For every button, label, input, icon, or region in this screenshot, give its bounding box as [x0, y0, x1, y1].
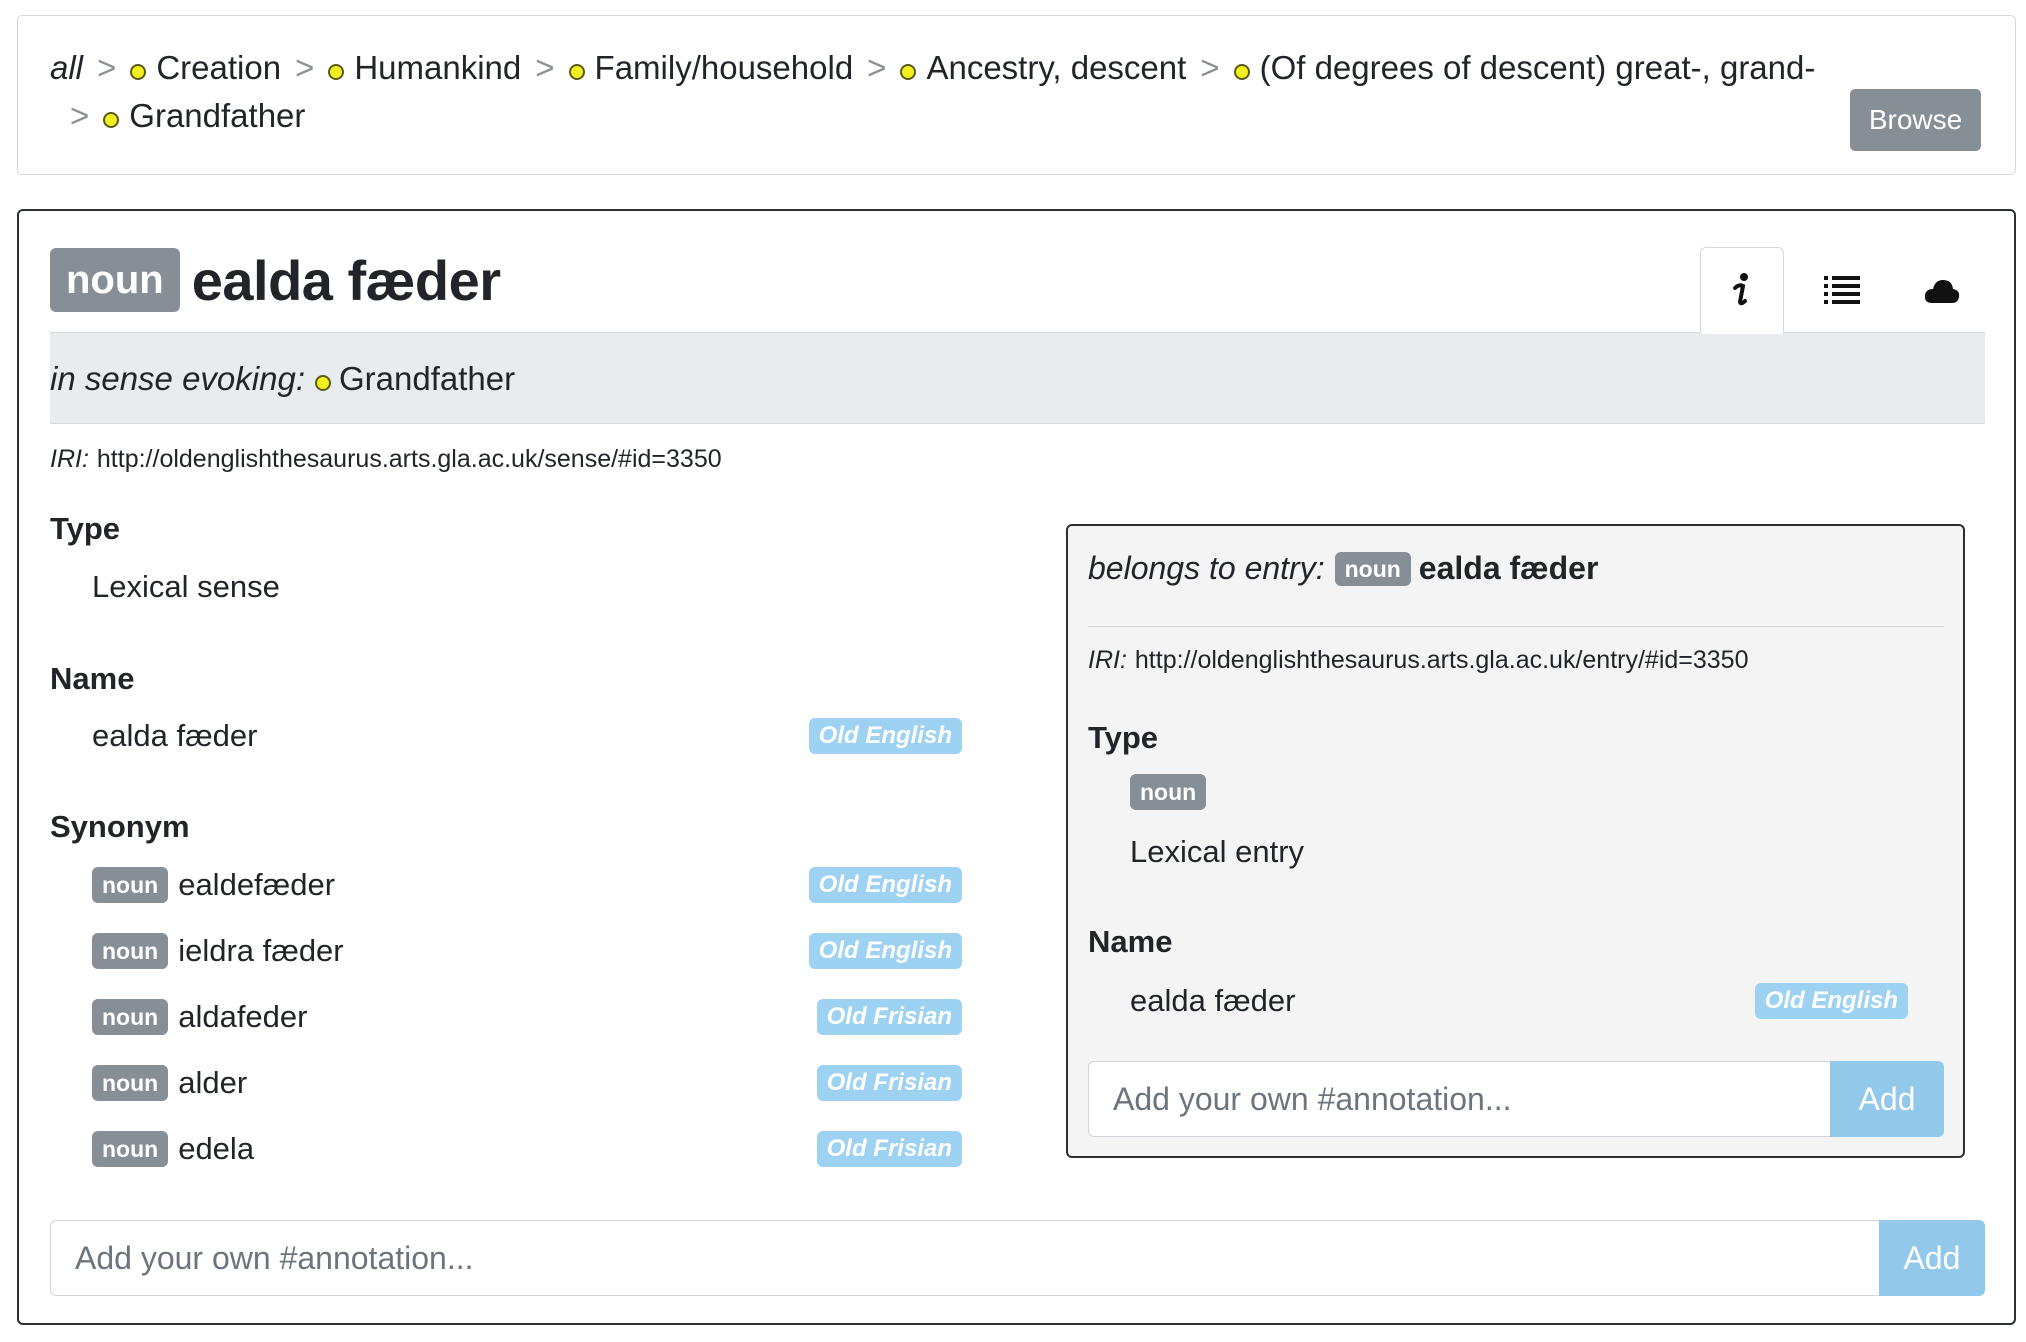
page-title: noun ealda fæder: [50, 248, 501, 312]
sense-dot-icon: [328, 64, 345, 80]
view-tabs: [1684, 247, 1984, 334]
breadcrumb-item-label: Family/household: [594, 49, 854, 86]
pos-badge: noun: [1334, 551, 1411, 586]
sense-dot-icon: [103, 112, 120, 128]
breadcrumb: all > Creation > Humankind > Family/household >…: [50, 44, 1890, 140]
language-badge: Old Frisian: [816, 999, 962, 1035]
breadcrumb-item-label: Humankind: [354, 49, 522, 86]
synonym-word[interactable]: ealdefæder: [178, 867, 335, 903]
entry-annotation-input[interactable]: Add your own #annotation...: [1088, 1061, 1830, 1137]
entry-name-value: ealda fæder: [1130, 983, 1296, 1018]
tab-list[interactable]: [1800, 247, 1884, 333]
tab-cloud[interactable]: [1900, 247, 1984, 333]
breadcrumb-separator: >: [70, 97, 90, 134]
name-label: Name: [50, 661, 135, 696]
entry-type-pos: noun: [1130, 774, 1207, 810]
breadcrumb-item-family-household[interactable]: Family/household: [568, 49, 854, 86]
synonym-item[interactable]: noun aldafeder Old Frisian: [92, 994, 962, 1040]
pos-badge: noun: [1130, 774, 1207, 810]
name-value: ealda fæder: [92, 718, 258, 753]
breadcrumb-card: all > Creation > Humankind > Family/household >…: [17, 15, 2016, 175]
sense-title: ealda fæder: [191, 248, 501, 312]
pos-badge: noun: [92, 1065, 169, 1101]
iri-value[interactable]: http://oldenglishthesaurus.arts.gla.ac.u…: [1135, 646, 1749, 674]
synonym-label: Synonym: [50, 809, 190, 844]
entry-word[interactable]: ealda fæder: [1419, 550, 1599, 587]
sense-dot-icon: [900, 64, 917, 80]
entry-type-label: Type: [1088, 720, 1159, 755]
breadcrumb-separator: >: [1200, 49, 1220, 86]
entry-add-annotation-button[interactable]: Add: [1830, 1061, 1944, 1137]
entry-header: belongs to entry: noun ealda fæder: [1088, 550, 1598, 587]
list-icon: [1824, 275, 1860, 304]
add-annotation-button[interactable]: Add: [1879, 1220, 1985, 1296]
sense-dot-icon: [130, 64, 147, 80]
language-badge: Old English: [808, 867, 962, 903]
breadcrumb-item-label: (Of degrees of descent) great-, grand-: [1259, 49, 1816, 86]
cloud-icon: [1924, 279, 1960, 303]
pos-badge: noun: [92, 867, 169, 903]
synonym-word[interactable]: edela: [178, 1131, 254, 1167]
sense-card: noun ealda fæder in sense evoking: Grandf…: [17, 209, 2016, 1325]
breadcrumb-item-creation[interactable]: Creation: [130, 49, 281, 86]
breadcrumb-item-humankind[interactable]: Humankind: [328, 49, 521, 86]
divider: [1088, 626, 1944, 627]
breadcrumb-separator: >: [295, 49, 315, 86]
pos-badge: noun: [92, 1131, 169, 1167]
entry-iri: IRI: http://oldenglishthesaurus.arts.gla.…: [1088, 640, 1749, 680]
synonym-item[interactable]: noun edela Old Frisian: [92, 1126, 962, 1172]
info-icon: [1733, 273, 1748, 306]
tab-info[interactable]: [1700, 247, 1784, 334]
breadcrumb-root[interactable]: all: [50, 49, 83, 86]
breadcrumb-separator: >: [867, 49, 887, 86]
synonym-word[interactable]: ieldra fæder: [178, 933, 343, 969]
language-badge: Old Frisian: [816, 1131, 962, 1167]
breadcrumb-item-label: Creation: [156, 49, 282, 86]
language-badge: Old Frisian: [816, 1065, 962, 1101]
evokes-label: in sense evoking:: [50, 360, 305, 397]
iri-value[interactable]: http://oldenglishthesaurus.arts.gla.ac.u…: [97, 445, 722, 473]
language-badge: Old English: [808, 718, 962, 754]
synonym-item[interactable]: noun alder Old Frisian: [92, 1060, 962, 1106]
language-badge: Old English: [1754, 983, 1908, 1019]
breadcrumb-item-degrees-of-descent[interactable]: (Of degrees of descent) great-, grand-: [1233, 49, 1816, 86]
sense-dot-icon: [568, 64, 585, 80]
sense-dot-icon: [315, 375, 331, 391]
pos-badge: noun: [50, 248, 180, 312]
synonym-item[interactable]: noun ieldra fæder Old English: [92, 928, 962, 974]
entry-label: belongs to entry:: [1088, 550, 1325, 586]
type-value: Lexical sense: [92, 569, 280, 604]
language-badge: Old English: [808, 933, 962, 969]
breadcrumb-item-grandfather[interactable]: Grandfather: [103, 97, 305, 134]
sense-iri: IRI: http://oldenglishthesaurus.arts.gla.…: [50, 439, 722, 479]
browse-button[interactable]: Browse: [1850, 89, 1981, 151]
entry-type-value: Lexical entry: [1130, 834, 1305, 869]
evokes-link[interactable]: Grandfather: [339, 360, 515, 397]
annotation-input[interactable]: Add your own #annotation...: [50, 1220, 1879, 1296]
synonym-word[interactable]: aldafeder: [178, 999, 307, 1035]
pos-badge: noun: [92, 933, 169, 969]
synonym-word[interactable]: alder: [178, 1065, 247, 1101]
synonym-item[interactable]: noun ealdefæder Old English: [92, 862, 962, 908]
entry-name-row: ealda fæder Old English: [1130, 978, 1908, 1024]
breadcrumb-item-label: Grandfather: [129, 97, 306, 134]
breadcrumb-separator: >: [97, 49, 117, 86]
name-row: ealda fæder Old English: [92, 713, 962, 759]
iri-label: IRI:: [50, 445, 89, 473]
type-label: Type: [50, 511, 121, 546]
breadcrumb-item-label: Ancestry, descent: [926, 49, 1187, 86]
entry-name-label: Name: [1088, 924, 1173, 959]
pos-badge: noun: [92, 999, 169, 1035]
evokes-bar: in sense evoking: Grandfather: [50, 332, 1985, 424]
sense-dot-icon: [1233, 64, 1250, 80]
breadcrumb-item-ancestry-descent[interactable]: Ancestry, descent: [900, 49, 1186, 86]
entry-panel: belongs to entry: noun ealda fæder IRI: h…: [1066, 524, 1965, 1158]
iri-label: IRI:: [1088, 646, 1127, 674]
breadcrumb-separator: >: [535, 49, 555, 86]
